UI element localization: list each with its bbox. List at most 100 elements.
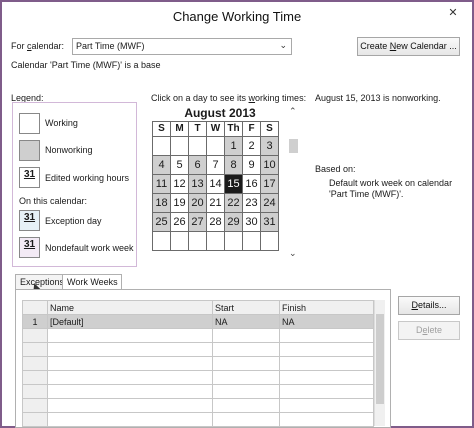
legend-box: Working Nonworking 31 Edited working hou… [12, 102, 137, 267]
table-cell[interactable] [279, 398, 374, 413]
table-cell[interactable] [47, 398, 213, 413]
row-header-corner [22, 300, 48, 315]
table-cell[interactable] [212, 328, 280, 343]
calendar-day[interactable]: 19 [170, 193, 189, 213]
table-cell[interactable] [279, 328, 374, 343]
table-cell[interactable] [47, 384, 213, 399]
calendar-day[interactable]: 3 [260, 136, 279, 156]
table-cell[interactable] [212, 342, 280, 357]
calendar-day[interactable]: 6 [188, 155, 207, 175]
table-cell[interactable] [47, 356, 213, 371]
calendar-day[interactable]: 22 [224, 193, 243, 213]
table-cell[interactable]: [Default] [47, 314, 213, 329]
calendar-empty-cell [170, 136, 189, 156]
table-cell[interactable] [212, 384, 280, 399]
calendar-day[interactable]: 25 [152, 212, 171, 232]
calendar-empty-cell [152, 136, 171, 156]
calendar-day[interactable]: 16 [242, 174, 261, 194]
row-number[interactable]: 1 [22, 314, 48, 329]
calendar-scroll-down-icon[interactable]: ⌄ [289, 248, 297, 259]
row-number[interactable] [22, 370, 48, 385]
calendar-day[interactable]: 29 [224, 212, 243, 232]
day-header: F [242, 121, 261, 137]
calendar-day[interactable]: 28 [206, 212, 225, 232]
day-header: W [206, 121, 225, 137]
table-cell[interactable] [47, 370, 213, 385]
calendar-day[interactable]: 18 [152, 193, 171, 213]
table-cell[interactable] [47, 342, 213, 357]
tab-work-weeks[interactable]: Work Weeks [62, 274, 122, 290]
row-number[interactable] [22, 412, 48, 427]
day-header: M [170, 121, 189, 137]
nonworking-swatch [19, 140, 40, 161]
calendar-day[interactable]: 30 [242, 212, 261, 232]
table-cell[interactable] [212, 356, 280, 371]
table-cell[interactable] [279, 412, 374, 427]
calendar-day[interactable]: 26 [170, 212, 189, 232]
calendar-scroll-thumb[interactable] [289, 139, 298, 153]
dialog-window: Change Working Time ✕ For calendar: Part… [0, 0, 474, 428]
calendar-day[interactable]: 5 [170, 155, 189, 175]
work-weeks-table: Name Start Finish 1 [Default] NA NA [22, 300, 374, 427]
table-cell[interactable] [279, 342, 374, 357]
table-cell[interactable] [212, 370, 280, 385]
table-row[interactable] [22, 356, 374, 371]
table-row[interactable] [22, 370, 374, 385]
table-row[interactable] [22, 342, 374, 357]
table-cell[interactable] [279, 356, 374, 371]
calendar-day[interactable]: 1 [224, 136, 243, 156]
calendar-day[interactable]: 21 [206, 193, 225, 213]
calendar-day[interactable]: 15 [224, 174, 243, 194]
row-number[interactable] [22, 342, 48, 357]
table-row[interactable]: 1 [Default] NA NA [22, 314, 374, 329]
close-button[interactable]: ✕ [442, 4, 464, 22]
delete-button[interactable]: Delete [398, 321, 460, 340]
table-cell[interactable] [212, 412, 280, 427]
month-title: August 2013 [184, 106, 256, 120]
table-cell[interactable] [279, 370, 374, 385]
calendar-day[interactable]: 17 [260, 174, 279, 194]
legend-edited-label: Edited working hours [45, 173, 130, 183]
calendar-select[interactable]: Part Time (MWF) ⌄ [72, 38, 292, 55]
legend-nonworking-label: Nonworking [45, 145, 93, 155]
table-cell[interactable] [47, 412, 213, 427]
table-cell[interactable]: NA [212, 314, 280, 329]
calendar-day[interactable]: 7 [206, 155, 225, 175]
calendar-day[interactable]: 27 [188, 212, 207, 232]
details-button[interactable]: Details... [398, 296, 460, 315]
window-title: Change Working Time [172, 9, 302, 24]
calendar-day[interactable]: 4 [152, 155, 171, 175]
table-cell[interactable]: NA [279, 314, 374, 329]
calendar-day[interactable]: 14 [206, 174, 225, 194]
calendar-day[interactable]: 9 [242, 155, 261, 175]
calendar-day[interactable]: 31 [260, 212, 279, 232]
row-number[interactable] [22, 384, 48, 399]
table-row[interactable] [22, 398, 374, 413]
calendar-empty-cell [152, 231, 171, 251]
calendar-day[interactable]: 10 [260, 155, 279, 175]
calendar-day[interactable]: 23 [242, 193, 261, 213]
calendar-day[interactable]: 13 [188, 174, 207, 194]
table-scrollbar[interactable] [374, 300, 385, 426]
calendar-day[interactable]: 20 [188, 193, 207, 213]
calendar-day[interactable]: 8 [224, 155, 243, 175]
calendar-day[interactable]: 24 [260, 193, 279, 213]
calendar-day[interactable]: 2 [242, 136, 261, 156]
table-cell[interactable] [279, 384, 374, 399]
calendar-day[interactable]: 12 [170, 174, 189, 194]
row-number[interactable] [22, 356, 48, 371]
create-new-calendar-button[interactable]: Create New Calendar ... [357, 37, 460, 56]
table-row[interactable] [22, 328, 374, 343]
table-scroll-thumb[interactable] [376, 314, 384, 404]
table-cell[interactable] [212, 398, 280, 413]
table-row[interactable] [22, 384, 374, 399]
calendar-scroll-up-icon[interactable]: ⌃ [289, 106, 297, 117]
legend-exception-label: Exception day [45, 216, 102, 226]
day-header: S [152, 121, 171, 137]
calendar-select-value: Part Time (MWF) [76, 41, 145, 51]
calendar-day[interactable]: 11 [152, 174, 171, 194]
table-cell[interactable] [47, 328, 213, 343]
table-row[interactable] [22, 412, 374, 427]
row-number[interactable] [22, 398, 48, 413]
row-number[interactable] [22, 328, 48, 343]
